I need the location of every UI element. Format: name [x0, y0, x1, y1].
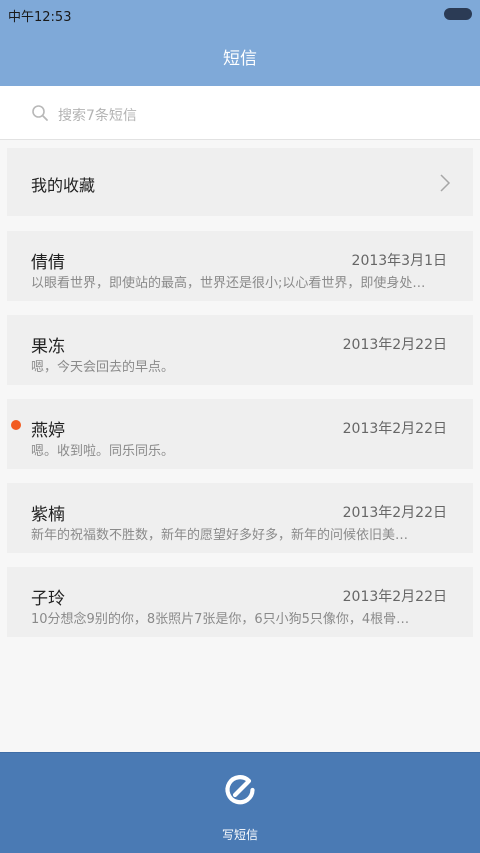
message-date: 2013年2月22日	[342, 421, 447, 437]
conversation-item[interactable]: 子玲 2013年2月22日 10分想念9别的你，8张照片7张是你，6只小狗5只像…	[7, 567, 473, 637]
status-time: 中午12:53	[8, 10, 72, 25]
contact-name: 倩倩	[31, 253, 65, 273]
battery-icon	[444, 8, 472, 20]
message-date: 2013年2月22日	[342, 589, 447, 605]
contact-name: 果冻	[31, 337, 65, 357]
conversation-item[interactable]: 果冻 2013年2月22日 嗯，今天会回去的早点。	[7, 315, 473, 385]
search-bar[interactable]: 搜索7条短信	[0, 86, 480, 140]
message-preview: 新年的祝福数不胜数，新年的愿望好多好多，新年的问候依旧美…	[31, 528, 409, 543]
search-input[interactable]: 搜索7条短信	[58, 105, 137, 125]
message-preview: 以眼看世界，即使站的最高，世界还是很小;以心看世界，即使身处…	[31, 276, 426, 291]
message-date: 2013年2月22日	[342, 337, 447, 353]
message-preview: 嗯。收到啦。同乐同乐。	[31, 444, 175, 459]
search-icon	[32, 105, 48, 121]
unread-indicator	[11, 420, 21, 430]
message-date: 2013年2月22日	[342, 505, 447, 521]
status-bar: 中午12:53	[0, 0, 480, 28]
app-header: 短信	[0, 28, 480, 86]
page-title: 短信	[223, 48, 257, 69]
compose-icon[interactable]	[223, 773, 257, 807]
conversation-item[interactable]: 紫楠 2013年2月22日 新年的祝福数不胜数，新年的愿望好多好多，新年的问候依…	[7, 483, 473, 553]
contact-name: 紫楠	[31, 505, 65, 525]
conversation-item[interactable]: 倩倩 2013年3月1日 以眼看世界，即使站的最高，世界还是很小;以心看世界，即…	[7, 231, 473, 301]
contact-name: 燕婷	[31, 421, 65, 441]
chevron-right-icon	[440, 174, 451, 192]
favorites-row[interactable]: 我的收藏	[7, 148, 473, 216]
message-date: 2013年3月1日	[351, 253, 447, 269]
message-preview: 嗯，今天会回去的早点。	[31, 360, 175, 375]
message-preview: 10分想念9别的你，8张照片7张是你，6只小狗5只像你，4根骨…	[31, 612, 410, 627]
favorites-label: 我的收藏	[31, 176, 96, 195]
contact-name: 子玲	[31, 589, 65, 609]
compose-button-label[interactable]: 写短信	[0, 826, 480, 843]
conversation-item[interactable]: 燕婷 2013年2月22日 嗯。收到啦。同乐同乐。	[7, 399, 473, 469]
